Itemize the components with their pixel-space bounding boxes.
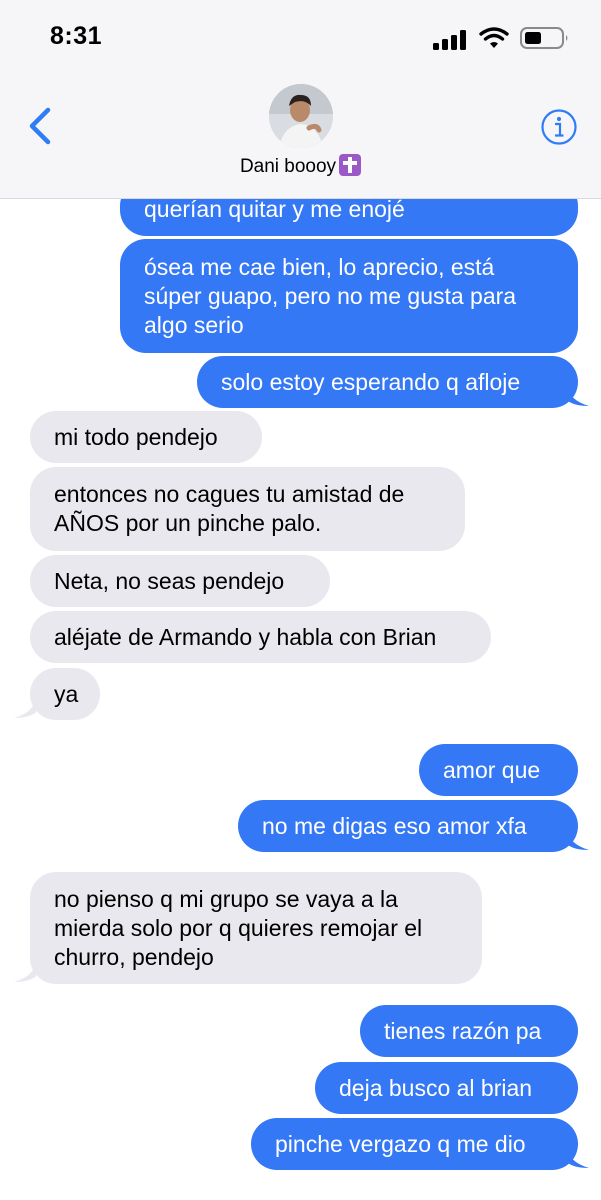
contact-avatar[interactable] [269, 84, 333, 148]
message-text: tienes razón pa [384, 1017, 542, 1044]
message-bubble-received[interactable]: ya [30, 668, 100, 720]
message-text: solo estoy esperando q afloje [221, 368, 521, 395]
message-text: deja busco al brian [339, 1074, 533, 1101]
message-bubble-sent[interactable]: amor que [419, 744, 578, 796]
message-bubble-received[interactable]: aléjate de Armando y habla con Brian [30, 611, 491, 663]
message-bubble-sent[interactable]: no me digas eso amor xfa [238, 800, 578, 852]
message-bubble-sent[interactable]: deja busco al brian [315, 1062, 578, 1114]
message-bubble-sent[interactable]: solo estoy esperando q afloje [197, 356, 578, 408]
message-text: amor que [443, 756, 541, 783]
message-text: pinche vergazo q me dio [275, 1130, 526, 1157]
message-bubble-sent[interactable]: ósea me cae bien, lo aprecio, está súper… [120, 239, 578, 353]
message-text: no me digas eso amor xfa [262, 812, 527, 839]
avatar-photo [269, 84, 333, 148]
bubble-tail-sent [567, 1148, 589, 1168]
wifi-icon [479, 27, 509, 48]
message-text: ósea me cae bien, lo aprecio, está súper… [144, 253, 517, 338]
chevron-left-icon[interactable] [26, 106, 54, 146]
contact-name: Dani boooy [239, 156, 337, 177]
message-bubble-received[interactable]: entonces no cagues tu amistad de AÑOS po… [30, 467, 465, 551]
message-text: entonces no cagues tu amistad de AÑOS po… [54, 481, 405, 536]
bubble-tail-received [14, 962, 36, 982]
message-bubble-sent[interactable]: pinche vergazo q me dio [251, 1118, 578, 1170]
cellular-signal-icon [433, 30, 466, 50]
bubble-tail-received [14, 698, 36, 718]
battery-icon [520, 27, 568, 49]
status-time: 8:31 [50, 22, 103, 50]
message-bubble-received[interactable]: Neta, no seas pendejo [30, 555, 330, 607]
contact-name-row[interactable]: Dani boooy [0, 154, 601, 178]
bubble-tail-sent [567, 830, 589, 850]
message-bubble-sent[interactable]: tienes razón pa [360, 1005, 578, 1057]
message-text: ya [54, 680, 79, 707]
conversation-header: 8:31 Dani boooy [0, 0, 601, 199]
message-text: aléjate de Armando y habla con Brian [54, 623, 437, 650]
message-text: Neta, no seas pendejo [54, 567, 285, 594]
message-bubble-received[interactable]: no pienso q mi grupo se vaya a la mierda… [30, 872, 482, 984]
latin-cross-icon [339, 154, 362, 176]
message-text: no pienso q mi grupo se vaya a la mierda… [54, 885, 423, 970]
info-icon[interactable] [540, 108, 578, 146]
message-bubble-received[interactable]: mi todo pendejo [30, 411, 262, 463]
bubble-tail-sent [567, 386, 589, 406]
message-text: querían quitar y me enojé [144, 196, 405, 222]
message-text: mi todo pendejo [54, 423, 218, 450]
